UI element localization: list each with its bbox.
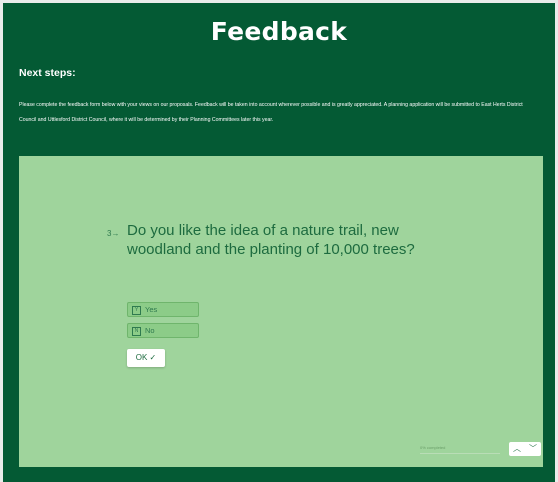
page-title: Feedback bbox=[210, 17, 348, 46]
page: Feedback Next steps: Please complete the… bbox=[0, 0, 558, 482]
progress: 0% completed bbox=[420, 445, 500, 454]
choice-yes[interactable]: Y Yes bbox=[127, 302, 199, 317]
chevron-up-icon[interactable]: ︿ bbox=[509, 442, 525, 456]
choice-label: No bbox=[145, 326, 155, 335]
choice-label: Yes bbox=[145, 305, 158, 314]
progress-track bbox=[420, 453, 500, 454]
choice-no[interactable]: N No bbox=[127, 323, 199, 338]
arrow-right-icon: → bbox=[111, 229, 120, 238]
choice-key: Y bbox=[132, 306, 141, 315]
feedback-panel: Feedback Next steps: Please complete the… bbox=[3, 3, 555, 482]
progress-label: 0% completed bbox=[420, 445, 446, 450]
navigation-buttons: ︿ ﹀ bbox=[509, 442, 541, 456]
intro-text: Please complete the feedback form below … bbox=[19, 102, 523, 123]
question-number: 3→ bbox=[107, 229, 119, 238]
chevron-down-icon[interactable]: ﹀ bbox=[525, 442, 541, 456]
choice-key: N bbox=[132, 327, 141, 336]
next-steps-heading: Next steps: bbox=[19, 67, 76, 79]
feedback-form: 3→ Do you like the idea of a nature trai… bbox=[19, 156, 543, 467]
question-text: Do you like the idea of a nature trail, … bbox=[127, 222, 415, 258]
ok-button[interactable]: OK ✓ bbox=[127, 349, 165, 367]
